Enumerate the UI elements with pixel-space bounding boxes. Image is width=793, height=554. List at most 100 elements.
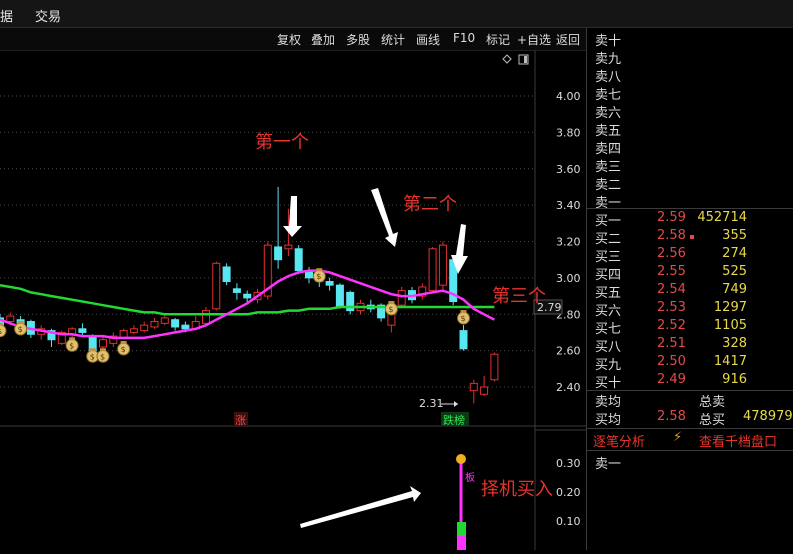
- annotation-buy: 择机买入: [481, 479, 553, 500]
- money-bag-icon: $: [457, 310, 470, 325]
- tick-list-row: 卖一: [587, 453, 793, 472]
- annotation-first: 第一个: [255, 132, 309, 153]
- svg-text:$: $: [316, 272, 321, 281]
- buy-level-volume: 328: [722, 336, 747, 351]
- buy-level-volume: 1297: [713, 300, 747, 315]
- lightning-icon: ⚡: [673, 430, 683, 445]
- sell-level-label: 卖七: [595, 88, 622, 103]
- indicator-tick-label: 0.10: [556, 515, 581, 528]
- candle-body: [140, 324, 149, 332]
- svg-text:$: $: [100, 352, 105, 361]
- buy-level-price: 2.59: [657, 210, 686, 225]
- buy-level-row[interactable]: 买二 2.58 355: [587, 228, 793, 247]
- price-tick-label: 3.20: [556, 236, 581, 249]
- buy-level-row[interactable]: 买六 2.53 1297: [587, 300, 793, 319]
- buy-level-price: 2.50: [657, 354, 686, 369]
- sell-level-row[interactable]: 卖七: [587, 84, 793, 103]
- sell-level-row[interactable]: 卖二: [587, 174, 793, 193]
- candle-body: [171, 319, 180, 328]
- buy-level-price: 2.53: [657, 300, 686, 315]
- tab-view-full-book[interactable]: 查看千档盘口: [699, 431, 777, 450]
- moving-averages: [0, 269, 495, 340]
- sell-level-row[interactable]: 卖三: [587, 156, 793, 175]
- buy-level-row[interactable]: 买五 2.54 749: [587, 282, 793, 301]
- buy-level-row[interactable]: 买九 2.50 1417: [587, 354, 793, 373]
- toolbar-multi-stock-button[interactable]: 多股: [346, 31, 370, 48]
- price-tick-label: 3.80: [556, 126, 581, 139]
- candle-body: [78, 328, 87, 333]
- buy-level-price: 2.54: [657, 282, 686, 297]
- chart-settings-icon[interactable]: [502, 54, 529, 65]
- sell-level-row[interactable]: 卖十: [587, 30, 793, 49]
- buy-avg-row: 买均 2.58 总买 478979: [587, 409, 793, 428]
- buy-level-label: 买五: [595, 286, 622, 301]
- menu-item-data[interactable]: 据: [0, 6, 13, 25]
- buy-level-label: 买七: [595, 322, 622, 337]
- candle-body: [490, 353, 499, 381]
- sell-level-label: 卖二: [595, 178, 622, 193]
- buy-level-label: 买一: [595, 214, 622, 229]
- toolbar-draw-button[interactable]: 画线: [416, 31, 440, 48]
- candle-body: [284, 244, 293, 250]
- sell-level-row[interactable]: 卖六: [587, 102, 793, 121]
- toolbar-stats-button[interactable]: 统计: [381, 31, 405, 48]
- money-bag-icon: $: [14, 320, 28, 336]
- buy-level-price: 2.55: [657, 264, 686, 279]
- svg-text:$: $: [121, 345, 126, 354]
- candle-body: [150, 321, 159, 328]
- buy-level-label: 买八: [595, 340, 622, 355]
- low-price-label: 2.31: [419, 397, 444, 410]
- toolbar-overlay-button[interactable]: 叠加: [311, 31, 335, 48]
- buy-level-label: 买九: [595, 358, 622, 373]
- menu-item-trade[interactable]: 交易: [35, 6, 61, 25]
- candle-body: [232, 288, 241, 293]
- toolbar-f10-button[interactable]: F10: [453, 31, 475, 45]
- svg-text:$: $: [461, 314, 466, 323]
- buy-level-price: 2.51: [657, 336, 686, 351]
- chart-area[interactable]: 4.00 3.80 3.60 3.40 3.20 3.00 2.80 2.60 2.40 $ $ $…: [0, 50, 586, 550]
- low-price-pointer-head: [454, 401, 458, 407]
- buy-level-row[interactable]: 买一 2.59 452714: [587, 210, 793, 229]
- buy-level-row[interactable]: 买三 2.56 274: [587, 246, 793, 265]
- annotation-third: 第三个: [492, 286, 546, 307]
- sell-level-row[interactable]: 卖九: [587, 48, 793, 67]
- indicator-axis: 0.30 0.20 0.10: [556, 457, 581, 528]
- tick-list-first-label: 卖一: [595, 457, 622, 472]
- buy-level-volume: 525: [722, 264, 747, 279]
- menu-bar: 据 交易: [0, 0, 793, 28]
- money-bag-icon: $: [96, 348, 110, 363]
- toolbar-mark-button[interactable]: 标记: [486, 31, 510, 48]
- toolbar-fuquan-button[interactable]: 复权: [277, 31, 301, 48]
- tab-tick-analysis[interactable]: 逐笔分析: [593, 431, 645, 450]
- arrow-indicators: [283, 188, 468, 528]
- buy-level-row[interactable]: 买七 2.52 1105: [587, 318, 793, 337]
- buy-level-row[interactable]: 买十 2.49 916: [587, 372, 793, 391]
- annotation-second: 第二个: [403, 194, 457, 215]
- buy-level-row[interactable]: 买四 2.55 525: [587, 264, 793, 283]
- candle-body: [387, 313, 396, 326]
- indicator-tick-label: 0.20: [556, 486, 581, 499]
- buy-level-row[interactable]: 买八 2.51 328: [587, 336, 793, 355]
- toolbar-back-button[interactable]: 返回: [556, 31, 580, 48]
- candle-body: [428, 248, 437, 292]
- candle-body: [6, 315, 15, 323]
- buy-level-volume: 916: [722, 372, 747, 387]
- sell-level-row[interactable]: 卖五: [587, 120, 793, 139]
- total-sell-label: 总卖: [699, 395, 726, 410]
- price-tick-label: 2.60: [556, 345, 581, 358]
- candle-body: [325, 281, 334, 286]
- indicator-magenta-bar: [457, 536, 466, 550]
- sell-level-label: 卖四: [595, 142, 622, 157]
- change-marker-icon: [690, 235, 694, 239]
- candlestick-chart[interactable]: 4.003.803.603.403.203.002.802.602.40 $$$…: [0, 50, 586, 550]
- candle-body: [160, 317, 169, 324]
- arrow-first: [283, 196, 302, 237]
- buy-level-label: 买二: [595, 232, 622, 247]
- sell-level-row[interactable]: 卖八: [587, 66, 793, 85]
- toolbar-add-watchlist-button[interactable]: +自选: [517, 31, 551, 48]
- candle-body: [212, 262, 221, 310]
- svg-text:$: $: [388, 305, 393, 314]
- book-divider-1: [587, 208, 793, 209]
- sell-level-row[interactable]: 卖四: [587, 138, 793, 157]
- candle-body: [129, 328, 138, 333]
